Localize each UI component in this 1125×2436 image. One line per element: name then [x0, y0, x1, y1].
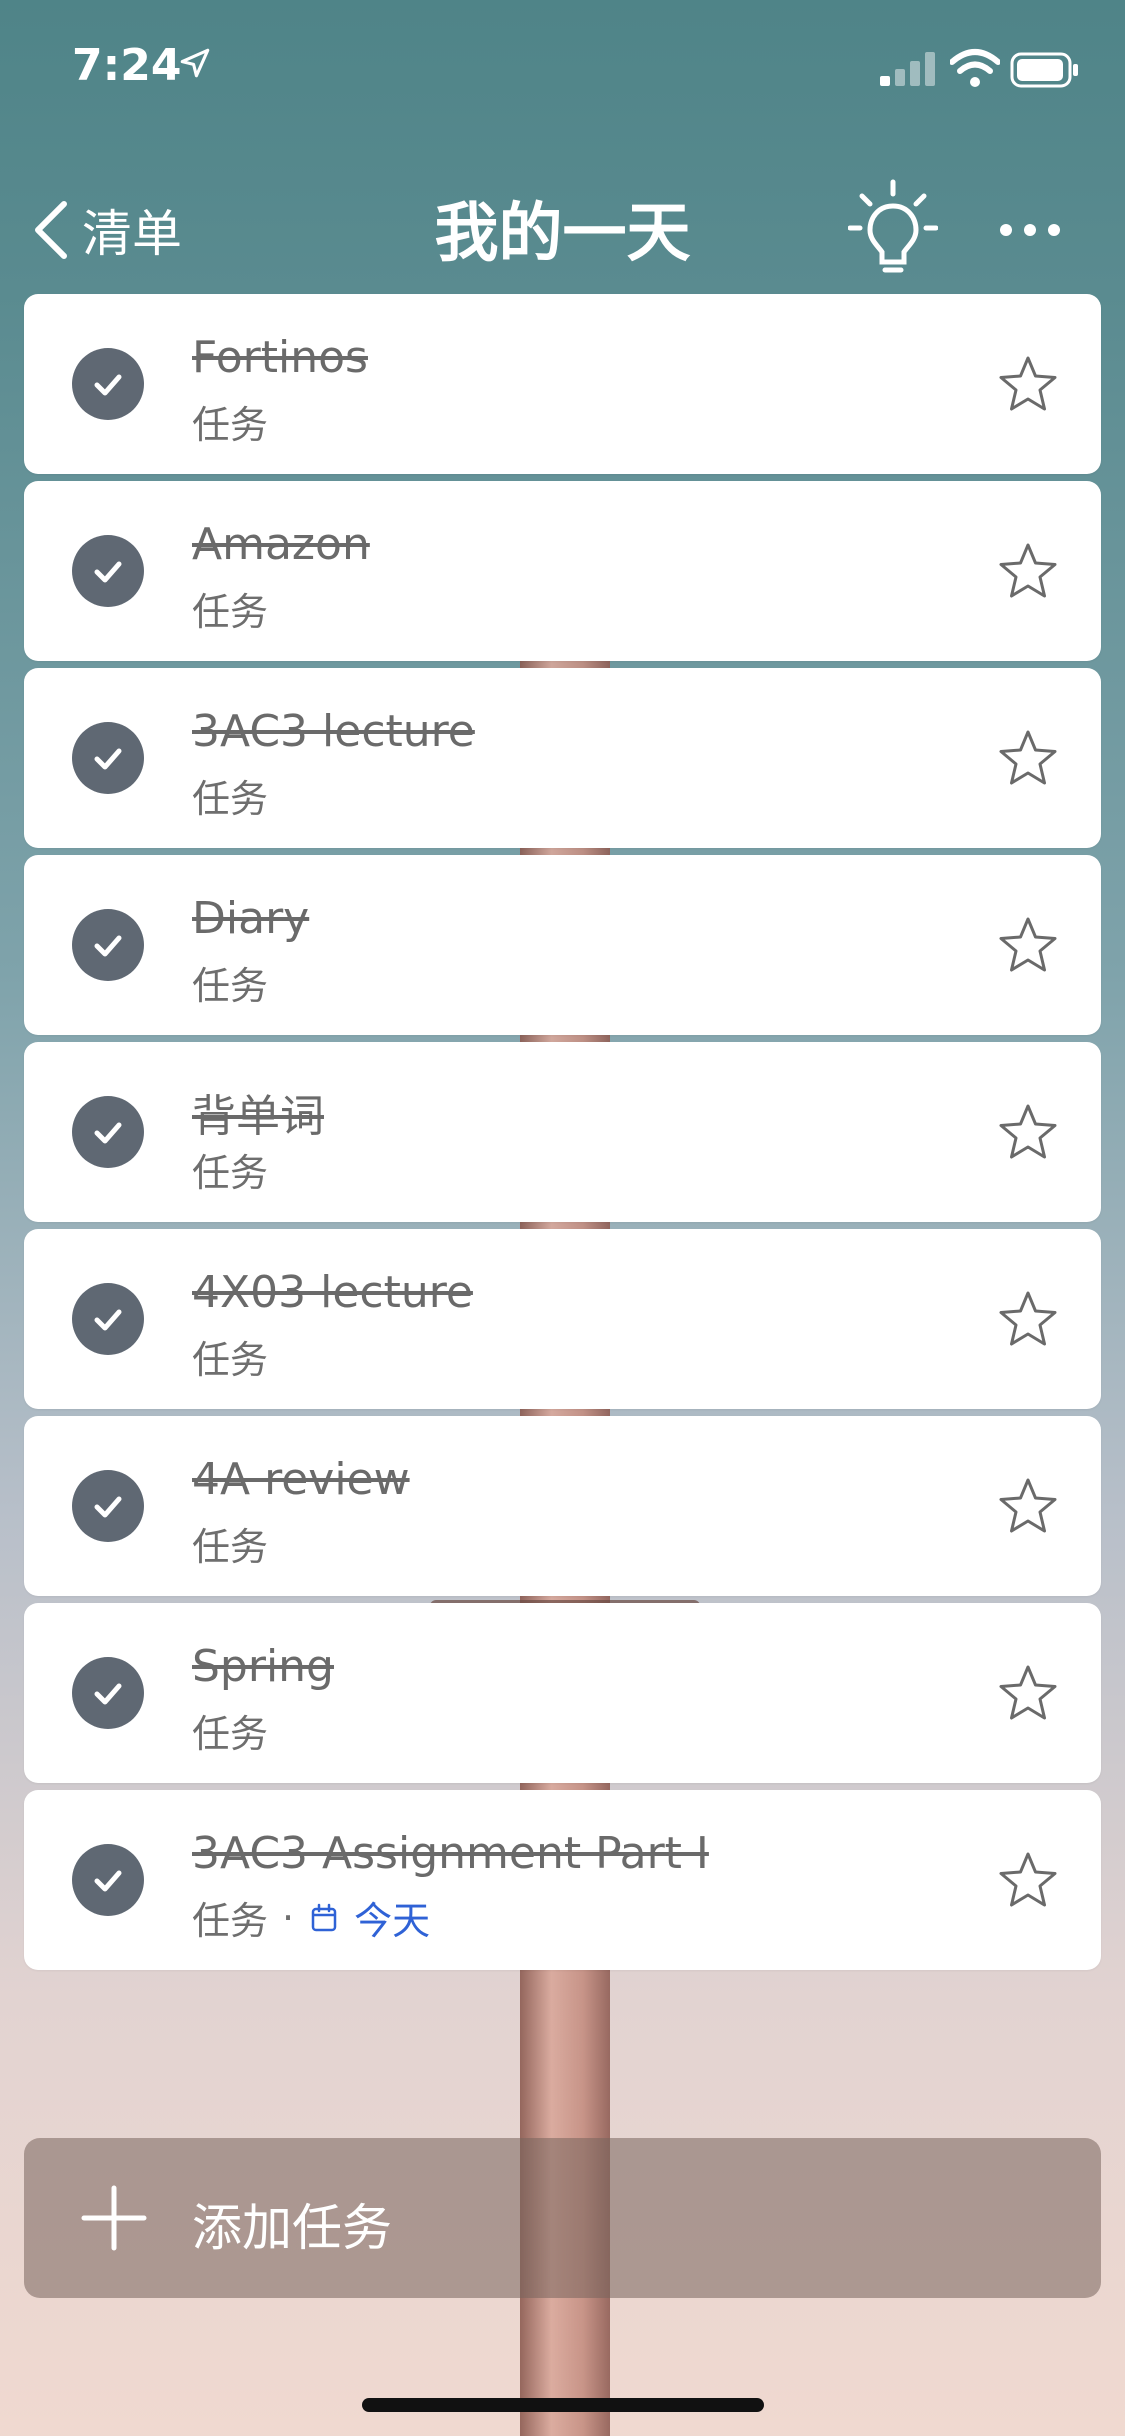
- task-list-name: 任务: [192, 1712, 269, 1756]
- completed-checkbox[interactable]: [72, 722, 144, 794]
- task-title: 3AC3 Assignment Part I: [192, 1828, 709, 1879]
- completed-checkbox[interactable]: [72, 909, 144, 981]
- task-title: 4A review: [192, 1454, 410, 1505]
- task-list: Fortinos 任务 Amazon 任务 3AC3 lecture 任务 Di…: [24, 294, 1101, 1977]
- task-meta: 任务: [192, 1516, 268, 1571]
- checkmark-icon: [94, 561, 122, 583]
- more-options-icon[interactable]: [990, 200, 1070, 260]
- navigation-bar: 清单 我的一天: [0, 170, 1125, 290]
- task-list-name: 任务: [192, 1899, 269, 1943]
- add-task-button[interactable]: 添加任务: [24, 2138, 1101, 2298]
- star-icon[interactable]: [997, 1102, 1059, 1162]
- task-item[interactable]: 背单词 任务: [24, 1042, 1101, 1222]
- task-item[interactable]: Spring 任务: [24, 1603, 1101, 1783]
- completed-checkbox[interactable]: [72, 1657, 144, 1729]
- completed-checkbox[interactable]: [72, 1096, 144, 1168]
- plus-icon: [81, 2185, 147, 2251]
- page-title: 我的一天: [434, 197, 691, 271]
- checkmark-icon: [94, 1122, 122, 1144]
- add-task-label: 添加任务: [192, 2199, 392, 2257]
- checkmark-icon: [94, 1870, 122, 1892]
- location-arrow-icon: [180, 48, 210, 78]
- star-icon[interactable]: [997, 1476, 1059, 1536]
- star-icon[interactable]: [997, 1850, 1059, 1910]
- task-title: Fortinos: [192, 332, 368, 383]
- meta-separator: ·: [282, 1895, 295, 1940]
- task-meta: 任务: [192, 1329, 268, 1384]
- completed-checkbox[interactable]: [72, 535, 144, 607]
- status-time: 7:24: [72, 40, 182, 91]
- task-list-name: 任务: [192, 1338, 269, 1382]
- home-indicator[interactable]: [362, 2398, 764, 2412]
- status-bar: 7:24: [0, 0, 1125, 140]
- task-list-name: 任务: [192, 964, 269, 1008]
- task-meta: 任务: [192, 1142, 268, 1197]
- task-title: Diary: [192, 893, 310, 944]
- checkmark-icon: [94, 1683, 122, 1705]
- battery-icon: [1010, 52, 1078, 88]
- task-meta: 任务: [192, 768, 268, 823]
- task-item[interactable]: Amazon 任务: [24, 481, 1101, 661]
- task-meta: 任务: [192, 394, 268, 449]
- task-item[interactable]: Fortinos 任务: [24, 294, 1101, 474]
- task-title: 背单词: [192, 1091, 324, 1142]
- wifi-icon: [950, 49, 1000, 87]
- task-list-name: 任务: [192, 777, 269, 821]
- star-icon[interactable]: [997, 915, 1059, 975]
- task-item[interactable]: Diary 任务: [24, 855, 1101, 1035]
- task-item[interactable]: 3AC3 lecture 任务: [24, 668, 1101, 848]
- completed-checkbox[interactable]: [72, 1283, 144, 1355]
- star-icon[interactable]: [997, 1663, 1059, 1723]
- star-icon[interactable]: [997, 1289, 1059, 1349]
- task-item[interactable]: 4X03 lecture 任务: [24, 1229, 1101, 1409]
- task-title: 3AC3 lecture: [192, 706, 475, 757]
- suggestions-lightbulb-icon[interactable]: [848, 178, 938, 278]
- cellular-signal-icon: [880, 52, 935, 86]
- task-list-name: 任务: [192, 1151, 269, 1195]
- task-title: 4X03 lecture: [192, 1267, 473, 1318]
- task-title: Spring: [192, 1641, 334, 1692]
- checkmark-icon: [94, 1496, 122, 1518]
- completed-checkbox[interactable]: [72, 1844, 144, 1916]
- task-item[interactable]: 3AC3 Assignment Part I 任务 · 今天: [24, 1790, 1101, 1970]
- task-meta: 任务 · 今天: [192, 1890, 430, 1945]
- task-meta: 任务: [192, 1703, 268, 1758]
- completed-checkbox[interactable]: [72, 1470, 144, 1542]
- task-meta: 任务: [192, 955, 268, 1010]
- star-icon[interactable]: [997, 354, 1059, 414]
- calendar-icon: [311, 1903, 337, 1931]
- task-list-name: 任务: [192, 590, 269, 634]
- due-date-label: 今天: [354, 1899, 431, 1943]
- star-icon[interactable]: [997, 541, 1059, 601]
- checkmark-icon: [94, 374, 122, 396]
- star-icon[interactable]: [997, 728, 1059, 788]
- task-list-name: 任务: [192, 1525, 269, 1569]
- completed-checkbox[interactable]: [72, 348, 144, 420]
- task-item[interactable]: 4A review 任务: [24, 1416, 1101, 1596]
- checkmark-icon: [94, 1309, 122, 1331]
- task-meta: 任务: [192, 581, 268, 636]
- checkmark-icon: [94, 748, 122, 770]
- task-list-name: 任务: [192, 403, 269, 447]
- checkmark-icon: [94, 935, 122, 957]
- task-title: Amazon: [192, 519, 370, 570]
